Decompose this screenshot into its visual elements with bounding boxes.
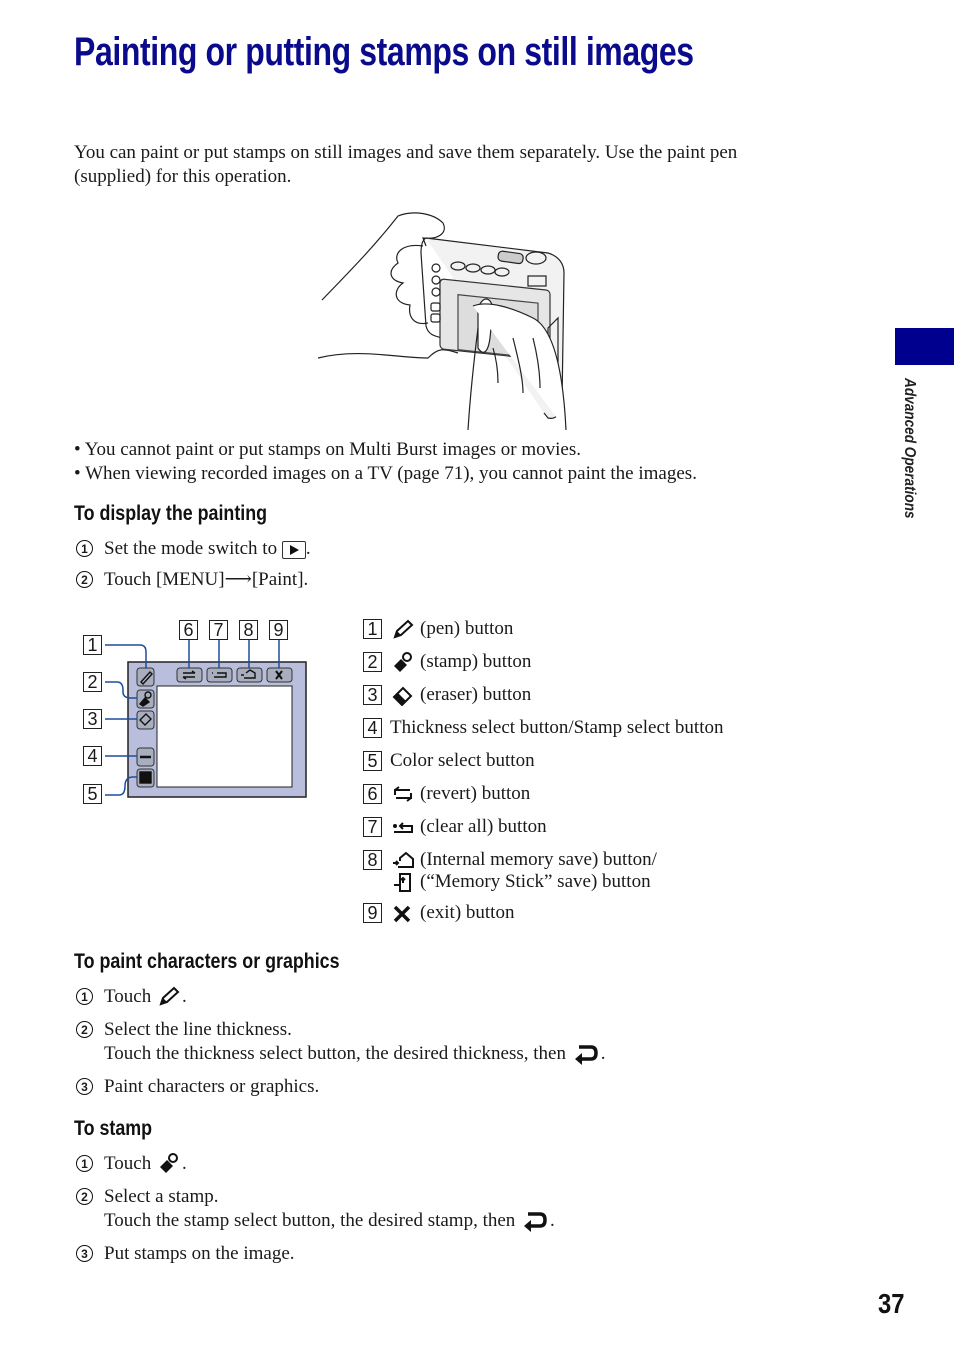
clear-all-button[interactable] [206,667,233,683]
legend-subitem: (“Memory Stick” save) button [392,868,724,896]
revert-icon [394,785,412,802]
note-item: • You cannot paint or put stamps on Mult… [74,439,581,460]
callout-7: 7 [209,620,228,640]
revert-button[interactable] [176,667,203,683]
callout-2: 2 [83,672,102,692]
canvas-area [156,685,293,788]
legend-item: 5 Color select button [363,744,724,777]
step-item: 1 Set the mode switch to . [76,537,311,568]
return-icon [524,1212,547,1232]
return-icon [574,1045,598,1065]
camera-illustration [318,212,567,430]
step-number: 1 [76,540,93,557]
paint-steps: 1 Touch . 2 Select the line thickness. T… [76,985,605,1099]
callout-9: 9 [269,620,288,640]
stamp-icon [159,1153,178,1173]
intro-paragraph: You can paint or put stamps on still ima… [74,141,834,189]
section-tab-marker [895,328,954,365]
notes-list: • You cannot paint or put stamps on Mult… [74,438,834,486]
step-item: 2 Touch [MENU] ⟶ [Paint]. [76,568,311,592]
paint-heading: To paint characters or graphics [74,950,340,973]
page-number: 37 [878,1288,905,1319]
legend-item: 4 Thickness select button/Stamp select b… [363,711,724,744]
diagram-graphics [105,640,307,798]
legend-item: 2 (stamp) button [363,645,724,678]
clear-all-icon [393,821,413,833]
section-side-label: Advanced Operations [901,378,918,519]
step-item: 1 Touch . [76,985,605,1018]
legend-item: 3 (eraser) button [363,678,724,711]
pen-icon [393,619,414,639]
playback-icon [281,541,306,559]
callout-3: 3 [83,709,102,729]
color-swatch-icon [139,771,152,784]
stamp-heading: To stamp [74,1117,153,1140]
step-item: 1 Touch . [76,1152,555,1185]
eraser-icon [392,686,413,706]
button-legend: 1 (pen) button 2 (stamp) button 3 (erase… [363,612,724,929]
paint-screen-diagram: 1 2 3 4 5 6 7 8 9 [83,620,313,810]
display-heading: To display the painting [74,502,268,525]
callout-5: 5 [83,784,102,804]
exit-icon [393,905,411,922]
stamp-icon [394,651,412,672]
pen-icon [159,986,180,1006]
legend-item: 1 (pen) button [363,612,724,645]
callout-6: 6 [179,620,198,640]
step-item: 2 Select a stamp. Touch the stamp select… [76,1185,555,1242]
step-number: 2 [76,571,93,588]
left-hand-outline [321,212,445,301]
memory-stick-save-icon [394,873,411,892]
callout-1: 1 [83,635,102,655]
stamp-steps: 1 Touch . 2 Select a stamp. Touch the st… [76,1152,555,1266]
legend-item: 7 (clear all) button [363,810,724,843]
internal-memory-save-icon [393,851,414,868]
arrow-right-icon: ⟶ [224,569,252,590]
note-item: • When viewing recorded images on a TV (… [74,463,697,484]
step-item: 2 Select the line thickness. Touch the t… [76,1018,605,1075]
legend-item: 9 (exit) button [363,896,724,929]
step-item: 3 Paint characters or graphics. [76,1075,605,1099]
intro-line-1: You can paint or put stamps on still ima… [74,142,738,163]
page-title: Painting or putting stamps on still imag… [74,30,694,74]
intro-line-2: (supplied) for this operation. [74,166,292,187]
callout-4: 4 [83,746,102,766]
legend-item: 6 (revert) button [363,777,724,810]
display-steps: 1 Set the mode switch to . 2 Touch [MENU… [76,537,311,592]
step-item: 3 Put stamps on the image. [76,1242,555,1266]
callout-8: 8 [239,620,258,640]
